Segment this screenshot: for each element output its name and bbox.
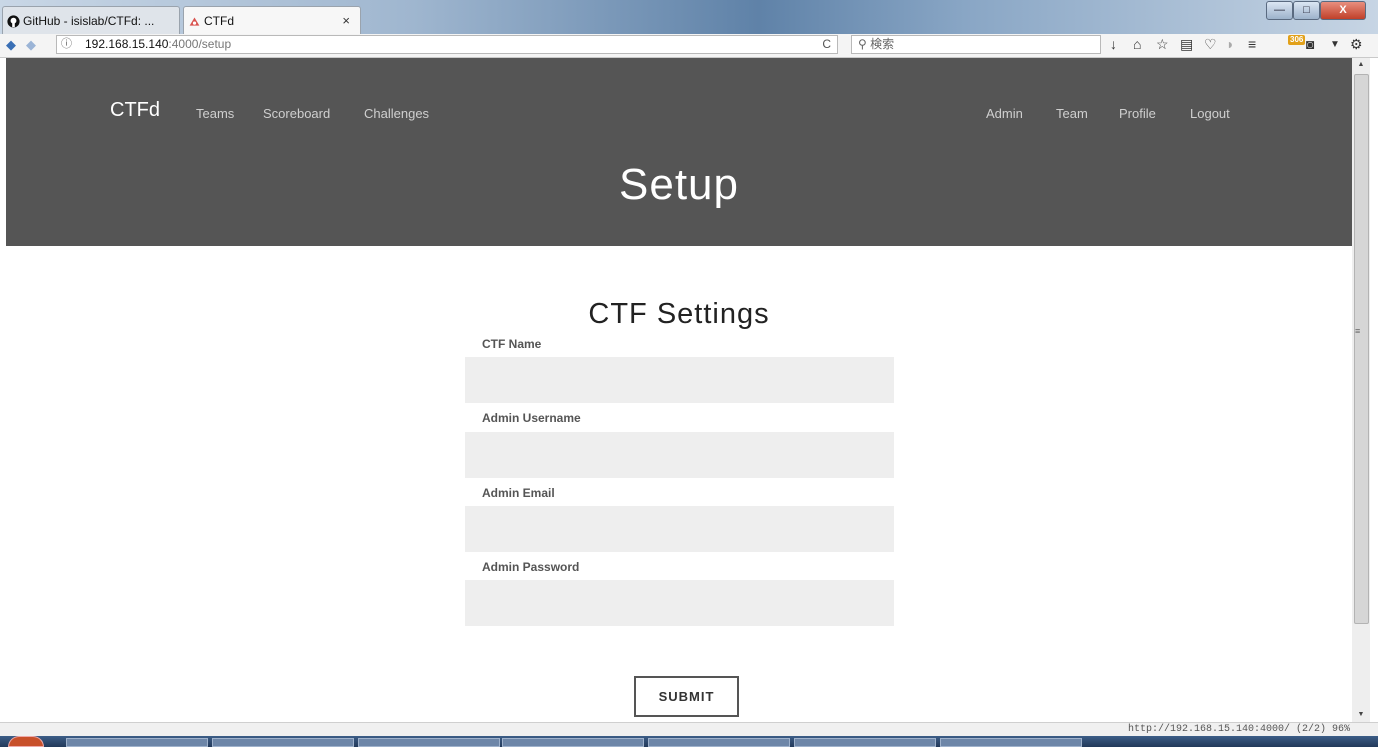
scroll-up-arrow-icon[interactable]: ▲ xyxy=(1352,58,1370,72)
pocket-icon[interactable]: ♡ xyxy=(1204,36,1217,53)
scroll-thumb[interactable] xyxy=(1354,74,1369,624)
window-titlebar: GitHub - isislab/CTFd: ... CTFd × — □ X xyxy=(0,0,1378,34)
admin-email-field[interactable] xyxy=(465,506,894,552)
screenshot-icon[interactable]: ◙ xyxy=(1306,36,1314,52)
download-icon[interactable]: ↓ xyxy=(1110,36,1117,52)
rss-icon[interactable]: ◗ xyxy=(1226,36,1234,52)
admin-email-label: Admin Email xyxy=(482,486,555,500)
nav-scoreboard[interactable]: Scoreboard xyxy=(263,106,330,121)
search-icon: ⚲ xyxy=(858,37,871,51)
bookmark-star-icon[interactable]: ☆ xyxy=(1156,36,1169,53)
page-title: Setup xyxy=(619,160,739,209)
url-path: :4000/setup xyxy=(168,37,232,51)
nav-challenges[interactable]: Challenges xyxy=(364,106,429,121)
taskbar-item[interactable] xyxy=(66,738,208,747)
brand-logo[interactable]: CTFd xyxy=(110,99,160,122)
nav-logout[interactable]: Logout xyxy=(1190,106,1230,121)
taskbar-item[interactable] xyxy=(502,738,644,747)
tab-ctfd[interactable]: CTFd × xyxy=(183,6,361,34)
taskbar-item[interactable] xyxy=(358,738,500,747)
maximize-button[interactable]: □ xyxy=(1293,1,1320,20)
addon-badge[interactable]: 306 xyxy=(1288,35,1306,45)
tab-github[interactable]: GitHub - isislab/CTFd: ... xyxy=(2,6,180,34)
forward-arrow-icon[interactable]: ◆ xyxy=(26,37,36,53)
site-header: CTFd Teams Scoreboard Challenges Admin T… xyxy=(6,58,1352,246)
reload-icon[interactable]: C xyxy=(822,36,831,53)
status-bar: http://192.168.15.140:4000/ (2/2) 96% xyxy=(0,722,1378,737)
addon-icon[interactable]: ⚙ xyxy=(1350,36,1363,53)
ctfd-icon xyxy=(189,17,200,26)
tab-label: CTFd xyxy=(204,14,234,28)
home-icon[interactable]: ⌂ xyxy=(1133,36,1141,52)
nav-teams[interactable]: Teams xyxy=(196,106,234,121)
nav-admin[interactable]: Admin xyxy=(986,106,1023,121)
start-button[interactable] xyxy=(8,736,44,747)
menu-icon[interactable]: ≡ xyxy=(1248,36,1256,52)
nav-profile[interactable]: Profile xyxy=(1119,106,1156,121)
taskbar-item[interactable] xyxy=(940,738,1082,747)
browser-toolbar: ◆ ◆ ⓘ 192.168.15.140:4000/setup C ⚲ 検索 ↓… xyxy=(0,34,1378,58)
dropdown-arrow-icon[interactable]: ▼ xyxy=(1330,39,1340,50)
back-arrow-icon[interactable]: ◆ xyxy=(6,37,16,53)
url-host: 192.168.15.140 xyxy=(85,37,169,51)
address-bar[interactable]: ⓘ 192.168.15.140:4000/setup C xyxy=(56,35,838,54)
url-text: 192.168.15.140:4000/setup xyxy=(85,36,231,53)
info-icon[interactable]: ⓘ xyxy=(61,36,72,53)
tab-label: GitHub - isislab/CTFd: ... xyxy=(23,14,155,28)
nav-team[interactable]: Team xyxy=(1056,106,1088,121)
ctf-name-label: CTF Name xyxy=(482,337,542,351)
admin-username-field[interactable] xyxy=(465,432,894,478)
admin-password-field[interactable] xyxy=(465,580,894,626)
submit-button[interactable]: SUBMIT xyxy=(634,676,739,717)
admin-username-label: Admin Username xyxy=(482,411,581,425)
form-title: CTF Settings xyxy=(588,298,770,330)
scroll-down-arrow-icon[interactable]: ▼ xyxy=(1352,708,1370,722)
taskbar-item[interactable] xyxy=(794,738,936,747)
minimize-button[interactable]: — xyxy=(1266,1,1293,20)
admin-password-label: Admin Password xyxy=(482,560,580,574)
taskbar-item[interactable] xyxy=(212,738,354,747)
scroll-grip-icon: ≡ xyxy=(1355,326,1361,336)
close-icon[interactable]: × xyxy=(342,13,350,28)
status-url: http://192.168.15.140:4000/ (2/2) 96% xyxy=(1127,724,1350,735)
vertical-scrollbar[interactable]: ▲ ≡ ▼ xyxy=(1352,58,1370,722)
ctf-name-field[interactable] xyxy=(465,357,894,403)
bookmarks-list-icon[interactable]: ▤ xyxy=(1180,36,1193,53)
search-input[interactable]: ⚲ 検索 xyxy=(851,35,1101,54)
search-placeholder: 検索 xyxy=(870,37,895,51)
page-content: CTFd Teams Scoreboard Challenges Admin T… xyxy=(6,58,1352,722)
close-window-button[interactable]: X xyxy=(1320,1,1366,20)
github-icon xyxy=(7,15,20,28)
taskbar-item[interactable] xyxy=(648,738,790,747)
